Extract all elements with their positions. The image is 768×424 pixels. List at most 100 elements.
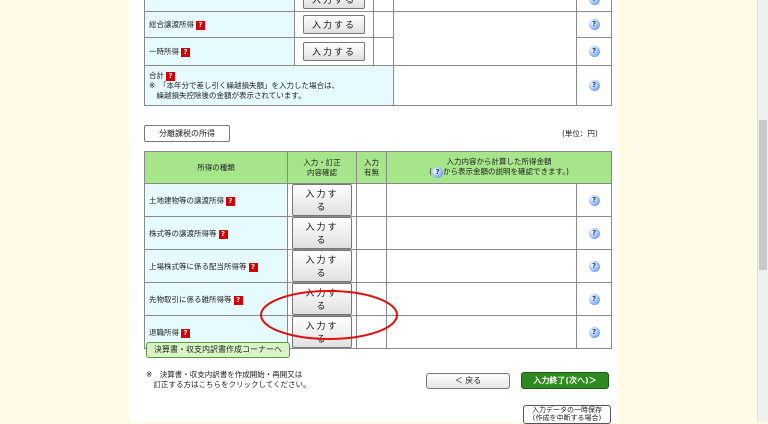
help-cell: ? [576, 282, 612, 316]
question-icon[interactable]: ? [218, 229, 228, 239]
question-icon[interactable]: ? [233, 295, 243, 305]
row-label: 土地建物等の譲渡所得 [149, 195, 224, 205]
unit-label: (単位：円) [562, 129, 598, 138]
scrollbar[interactable] [757, 0, 768, 422]
footer-note-line1: ※ 決算書・収支内訳書を作成開始・再開又は [146, 370, 303, 379]
help-icon[interactable]: ? [588, 194, 600, 206]
input-button[interactable]: 入力する [302, 42, 365, 61]
help-cell: ? [576, 11, 612, 38]
status-cell [373, 37, 394, 66]
total-label: 合計 [149, 70, 164, 80]
help-cell: ? [576, 216, 612, 250]
row-label-cell: 上場株式等に係る配当所得等? [144, 249, 288, 283]
amount-cell [386, 282, 577, 316]
amount-cell [386, 216, 577, 250]
finish-next-button[interactable]: 入力終了(次へ)＞ [521, 372, 609, 389]
header-input-line1: 入力・訂正 [303, 157, 341, 167]
row-label: 先物取引に係る雑所得等 [149, 294, 232, 304]
table-row: 上場株式等に係る配当所得等? 入力する ? [144, 249, 612, 283]
help-cell: ? [576, 249, 612, 283]
button-cell: 入力する [294, 37, 374, 66]
input-button[interactable]: 入力する [302, 0, 365, 9]
help-icon[interactable]: ? [588, 227, 600, 239]
table-row: 総合譲渡所得? 入力する ? [144, 11, 612, 66]
help-icon[interactable]: ? [588, 0, 600, 5]
help-icon[interactable]: ? [588, 46, 600, 57]
button-cell: 入力する [294, 0, 374, 12]
question-icon[interactable]: ? [248, 262, 258, 272]
status-cell [356, 216, 387, 250]
amount-cell [393, 11, 577, 66]
row-label: 上場株式等に係る配当所得等 [149, 261, 247, 271]
amount-cell [386, 249, 577, 283]
row-label: 総合譲渡所得 [149, 20, 194, 29]
amount-cell [393, 65, 577, 106]
help-icon[interactable]: ? [588, 260, 600, 272]
header-amount-text: から表示金額の説明を確認できます。) [443, 167, 569, 176]
row-label-cell: 株式等の譲渡所得等? [144, 216, 288, 250]
button-cell: 入力する [287, 249, 357, 283]
total-note: 繰越損失控除後の金額が表示されています。 [149, 90, 306, 100]
button-cell: 入力する [294, 11, 374, 38]
section-tab: 分離課税の所得 [144, 125, 230, 142]
button-cell: 入力する [287, 183, 357, 217]
table-row: 株式等の譲渡所得等? 入力する ? [144, 216, 612, 250]
header-present-line2: 有無 [364, 167, 379, 177]
input-button[interactable]: 入力する [292, 184, 352, 216]
row-label: 株式等の譲渡所得等 [149, 228, 217, 238]
table-header-row: 所得の種類 入力・訂正 内容確認 入力 有無 入力内容から計算した所得金額 (? から… [144, 151, 612, 184]
statement-corner-button[interactable]: 決算書・収支内訳書作成コーナーへ [146, 342, 290, 358]
amount-cell [386, 315, 577, 349]
highlight-circle [260, 290, 398, 340]
help-icon[interactable]: ? [588, 19, 600, 30]
header-present: 入力 有無 [356, 151, 387, 184]
table-row: 入力する ? [144, 0, 612, 12]
total-note: ※ 「本年分で差し引く繰越損失額」を入力した場合は、 [149, 80, 340, 90]
header-input: 入力・訂正 内容確認 [287, 151, 357, 184]
question-icon[interactable]: ? [181, 328, 190, 338]
table-row: 土地建物等の譲渡所得? 入力する ? [144, 183, 612, 217]
row-label: 一時所得 [149, 47, 179, 56]
temp-save-button[interactable]: 入力データの一時保存 (作成を中断する場合) [523, 405, 611, 424]
footer-note: ※ 決算書・収支内訳書を作成開始・再開又は 訂正する方はこちらをクリックしてくだ… [146, 370, 311, 390]
question-icon[interactable]: ? [196, 21, 205, 30]
question-icon[interactable]: ? [166, 71, 175, 81]
row-label-cell: 一時所得? [144, 37, 295, 66]
total-cell: 合計? ※ 「本年分で差し引く繰越損失額」を入力した場合は、 繰越損失控除後の金… [144, 65, 394, 106]
header-amount-line2: (? から表示金額の説明を確認できます。) [391, 167, 607, 178]
row-label-cell: 土地建物等の譲渡所得? [144, 183, 288, 217]
header-type: 所得の種類 [144, 151, 288, 184]
row-label: 退職所得 [149, 327, 179, 337]
status-cell [356, 249, 387, 283]
total-row: 合計? ※ 「本年分で差し引く繰越損失額」を入力した場合は、 繰越損失控除後の金… [144, 65, 612, 106]
status-cell [373, 11, 394, 38]
help-cell: ? [576, 0, 612, 12]
help-cell: ? [576, 315, 612, 349]
status-cell [356, 183, 387, 217]
input-button[interactable]: 入力する [292, 217, 352, 249]
amount-cell [393, 0, 577, 12]
help-icon[interactable]: ? [588, 293, 600, 305]
row-label-cell: 総合譲渡所得? [144, 11, 295, 38]
amount-cell [386, 183, 577, 217]
input-button[interactable]: 入力する [302, 15, 365, 34]
temp-save-line1: 入力データの一時保存 [532, 406, 602, 414]
footer-note-line2: 訂正する方はこちらをクリックしてください。 [146, 380, 311, 389]
help-cell: ? [576, 37, 612, 66]
header-amount-line1: 入力内容から計算した所得金額 [446, 157, 552, 166]
help-cell: ? [576, 65, 612, 106]
help-icon[interactable]: ? [588, 80, 600, 91]
header-present-line1: 入力 [364, 157, 379, 167]
input-button[interactable]: 入力する [292, 250, 352, 282]
button-cell: 入力する [287, 216, 357, 250]
question-icon[interactable]: ? [226, 196, 235, 206]
help-icon: ? [432, 167, 443, 178]
scrollbar-thumb[interactable] [759, 120, 767, 270]
back-button[interactable]: ＜ 戻る [426, 373, 510, 389]
help-icon[interactable]: ? [588, 326, 600, 338]
status-cell [373, 0, 394, 12]
header-amount: 入力内容から計算した所得金額 (? から表示金額の説明を確認できます。) [386, 151, 612, 184]
question-icon[interactable]: ? [181, 48, 190, 57]
income-table-upper: 入力する ? 総合譲渡所得? 入力する ? 一時所得? 入力する ? 合計? ※… [144, 0, 612, 106]
help-cell: ? [576, 183, 612, 217]
